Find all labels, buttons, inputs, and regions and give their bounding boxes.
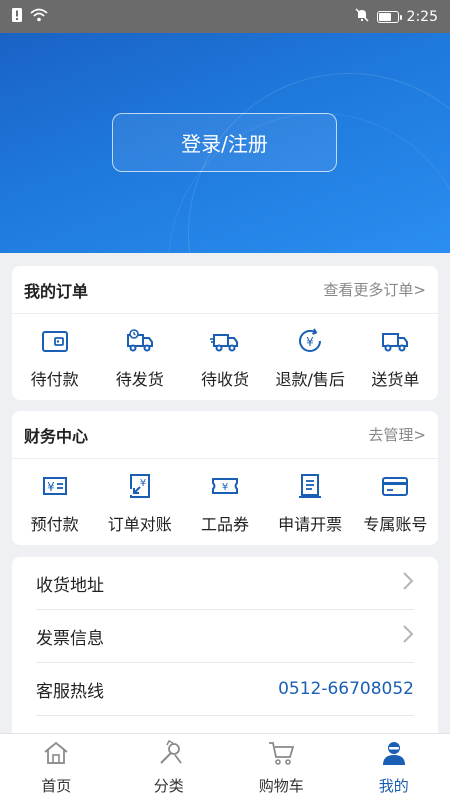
status-bar: 2:25 [0, 0, 450, 33]
tab-home[interactable]: 首页 [0, 734, 113, 800]
finance-prepayment[interactable]: ¥ 预付款 [12, 471, 97, 535]
order-pending-shipment[interactable]: 待发货 [97, 326, 182, 390]
wallet-icon [40, 326, 70, 360]
finance-exclusive-account[interactable]: 专属账号 [353, 471, 438, 535]
reconcile-icon: ¥ [125, 471, 155, 505]
view-more-orders-link[interactable]: 查看更多订单> [323, 279, 426, 300]
status-time: 2:25 [406, 8, 438, 25]
order-delivery-note[interactable]: 送货单 [353, 326, 438, 390]
finance-title: 财务中心 [24, 426, 89, 446]
bottom-tab-bar: 首页 分类 购物车 我的 [0, 733, 450, 800]
refund-icon: ¥ [295, 326, 325, 360]
delivery-truck-icon [125, 326, 155, 360]
battery-icon [376, 10, 402, 23]
wifi-icon [30, 8, 48, 26]
card-icon [380, 471, 410, 505]
svg-text:¥: ¥ [47, 480, 55, 494]
manage-link[interactable]: 去管理> [368, 424, 426, 445]
finance-order-reconcile[interactable]: ¥ 订单对账 [97, 471, 182, 535]
customer-hotline-row[interactable]: 客服热线 0512-66708052 [36, 663, 414, 716]
order-pending-payment[interactable]: 待付款 [12, 326, 97, 390]
chevron-right-icon [402, 571, 414, 596]
coupon-icon: ¥ [210, 471, 240, 505]
finance-coupon[interactable]: ¥ 工品券 [182, 471, 267, 535]
invoice-info-row[interactable]: 发票信息 [36, 610, 414, 663]
order-pending-receipt[interactable]: 待收货 [182, 326, 267, 390]
svg-text:¥: ¥ [306, 335, 314, 349]
shipping-address-row[interactable]: 收货地址 [36, 557, 414, 610]
order-refund-aftersale[interactable]: ¥ 退款/售后 [268, 326, 353, 390]
invoice-icon [295, 471, 325, 505]
tools-icon [155, 739, 183, 775]
svg-text:¥: ¥ [140, 478, 146, 489]
user-icon [380, 739, 408, 775]
tab-cart[interactable]: 购物车 [225, 734, 338, 800]
home-icon [42, 739, 70, 775]
hotline-number[interactable]: 0512-66708052 [278, 679, 414, 699]
my-orders-card: 我的订单 查看更多订单> 待付款 待发货 待收货 ¥ 退款/售后 送货单 [12, 266, 438, 400]
prepay-icon: ¥ [40, 471, 70, 505]
alert-icon [12, 7, 22, 26]
chevron-right-icon [402, 624, 414, 649]
profile-header: 登录/注册 [0, 33, 450, 253]
settings-list: 收货地址 发票信息 客服热线 0512-66708052 [12, 557, 438, 737]
truck-icon [209, 326, 240, 360]
tab-category[interactable]: 分类 [113, 734, 226, 800]
tab-mine[interactable]: 我的 [338, 734, 450, 800]
mute-bell-icon [355, 7, 369, 26]
svg-text:¥: ¥ [222, 482, 228, 493]
orders-title: 我的订单 [24, 281, 89, 301]
finance-center-card: 财务中心 去管理> ¥ 预付款 ¥ 订单对账 ¥ 工品券 申请开票 专属账号 [12, 411, 438, 545]
finance-apply-invoice[interactable]: 申请开票 [268, 471, 353, 535]
login-register-button[interactable]: 登录/注册 [112, 113, 337, 172]
truck-outline-icon [380, 326, 410, 360]
cart-icon [267, 739, 295, 775]
